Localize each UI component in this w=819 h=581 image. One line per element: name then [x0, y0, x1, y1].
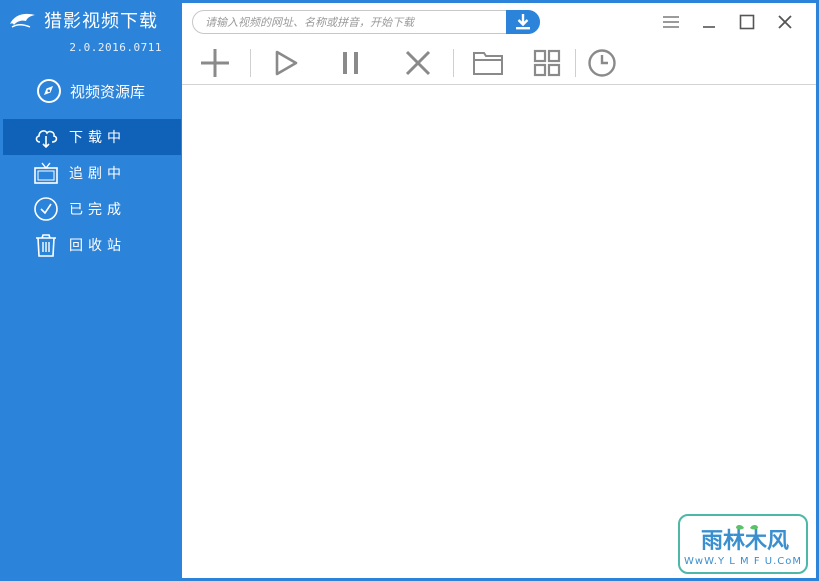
toolbar-separator: [575, 49, 576, 77]
search-box: [192, 10, 540, 34]
sidebar-item-downloading[interactable]: 下载中: [3, 119, 181, 155]
app-version: 2.0.2016.0711: [69, 41, 162, 54]
grid-icon: [533, 49, 561, 77]
add-task-button[interactable]: [195, 45, 235, 81]
search-download-button[interactable]: [506, 10, 540, 34]
sidebar-item-recycle-bin[interactable]: 回收站: [3, 227, 181, 263]
toolbar-separator: [453, 49, 454, 77]
trash-icon: [33, 232, 59, 258]
dolphin-logo-icon: [10, 13, 35, 28]
close-icon: [778, 15, 792, 29]
pause-icon: [343, 52, 358, 74]
brand: 猎影视频下载: [8, 6, 158, 34]
video-library-label: 视频资源库: [70, 82, 146, 101]
menu-button[interactable]: [652, 10, 690, 34]
start-button[interactable]: [266, 45, 306, 81]
toolbar-separator: [250, 49, 251, 77]
add-icon: [201, 49, 229, 77]
top-bar: [182, 3, 816, 85]
sidebar-item-label: 追剧中: [69, 166, 126, 182]
cloud-download-icon: [33, 124, 59, 150]
pause-button[interactable]: [331, 45, 371, 81]
watermark: 雨林木风 WwW.Y L M F U.CoM: [678, 514, 808, 574]
sidebar-item-following[interactable]: 追剧中: [3, 155, 181, 191]
main-panel: 雨林木风 WwW.Y L M F U.CoM: [182, 3, 816, 578]
compass-icon: [37, 79, 61, 103]
sidebar-item-label: 回收站: [69, 238, 126, 254]
app-title: 猎影视频下载: [44, 11, 158, 32]
minimize-button[interactable]: [690, 10, 728, 34]
svg-text:雨林木风: 雨林木风: [701, 529, 789, 554]
check-circle-icon: [33, 196, 59, 222]
sidebar-item-label: 已完成: [69, 202, 126, 218]
download-arrow-icon: [516, 14, 530, 30]
toolbar: [182, 45, 816, 81]
delete-icon: [405, 50, 431, 76]
folder-icon: [473, 52, 503, 75]
maximize-icon: [739, 14, 755, 30]
window-controls: [652, 10, 804, 34]
sidebar: 猎影视频下载 2.0.2016.0711 视频资源库 下载中 追剧中 已完成 回…: [0, 0, 182, 581]
maximize-button[interactable]: [728, 10, 766, 34]
download-list-area: [182, 86, 816, 578]
search-input[interactable]: [205, 13, 501, 31]
video-library-link[interactable]: 视频资源库: [36, 77, 145, 105]
watermark-logo: 雨林木风: [701, 525, 789, 554]
close-button[interactable]: [766, 10, 804, 34]
grid-view-button[interactable]: [527, 45, 567, 81]
sidebar-item-label: 下载中: [69, 130, 126, 146]
sidebar-item-completed[interactable]: 已完成: [3, 191, 181, 227]
tv-icon: [33, 160, 59, 186]
clock-icon: [588, 49, 616, 77]
watermark-url: WwW.Y L M F U.CoM: [684, 556, 802, 567]
sidebar-nav: 下载中 追剧中 已完成 回收站: [3, 119, 181, 263]
open-folder-button[interactable]: [468, 45, 508, 81]
schedule-button[interactable]: [582, 45, 622, 81]
play-icon: [275, 50, 298, 76]
app-window: 猎影视频下载 2.0.2016.0711 视频资源库 下载中 追剧中 已完成 回…: [0, 0, 819, 581]
menu-icon: [663, 16, 679, 28]
delete-button[interactable]: [398, 45, 438, 81]
minimize-icon: [703, 26, 715, 28]
